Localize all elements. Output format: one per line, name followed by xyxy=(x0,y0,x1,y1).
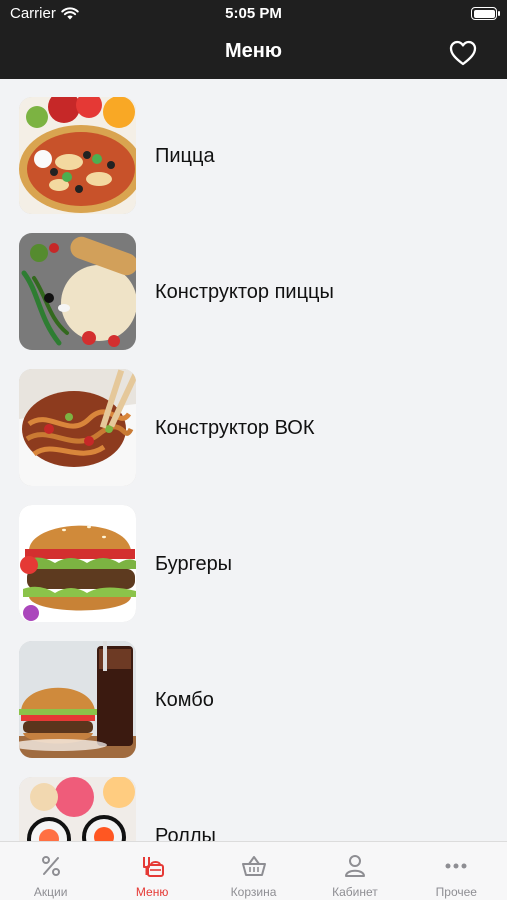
battery-icon xyxy=(471,7,500,20)
menu-icon xyxy=(143,857,165,877)
status-time: 5:05 PM xyxy=(225,5,282,22)
tab-label: Акции xyxy=(33,885,68,899)
person-icon xyxy=(344,855,365,877)
combo-image xyxy=(19,641,136,758)
tab-label: Кабинет xyxy=(332,885,378,899)
rolls-image xyxy=(19,777,136,841)
menu-item-rolls[interactable]: Роллы xyxy=(0,759,507,841)
tab-promotions[interactable]: Акции xyxy=(0,842,101,900)
menu-item-label: Бургеры xyxy=(155,553,233,575)
page-title: Меню xyxy=(225,40,282,62)
menu-item-pizza-constructor[interactable]: Конструктор пиццы xyxy=(0,215,507,351)
menu-item-label: Роллы xyxy=(155,825,216,841)
menu-item-combo[interactable]: Комбо xyxy=(0,623,507,759)
status-bar: Carrier 5:05 PM xyxy=(0,0,507,28)
tab-label: Прочее xyxy=(435,885,477,899)
menu-item-label: Пицца xyxy=(155,145,215,167)
tab-bar: Акции Меню Корзина Кабинет Прочее xyxy=(0,841,507,900)
menu-list: Пицца Конструктор пиццы Конструктор ВОК … xyxy=(0,79,507,841)
menu-item-pizza[interactable]: Пицца xyxy=(0,79,507,215)
tab-label: Корзина xyxy=(230,885,277,899)
navigation-header: Carrier 5:05 PM Меню xyxy=(0,0,507,79)
wok-noodles-image xyxy=(19,369,136,486)
tab-label: Меню xyxy=(135,885,169,899)
burger-image xyxy=(19,505,136,622)
tab-account[interactable]: Кабинет xyxy=(304,842,405,900)
menu-item-label: Конструктор пиццы xyxy=(155,281,334,303)
percent-icon xyxy=(41,856,60,876)
tab-more[interactable]: Прочее xyxy=(406,842,507,900)
menu-item-label: Комбо xyxy=(155,689,214,711)
basket-icon xyxy=(241,856,266,876)
menu-item-burgers[interactable]: Бургеры xyxy=(0,487,507,623)
more-icon xyxy=(445,863,467,869)
pizza-image xyxy=(19,97,136,214)
heart-icon[interactable] xyxy=(449,40,477,66)
menu-item-wok-constructor[interactable]: Конструктор ВОК xyxy=(0,351,507,487)
menu-item-label: Конструктор ВОК xyxy=(155,417,315,439)
pizza-ingredients-image xyxy=(19,233,136,350)
tab-menu[interactable]: Меню xyxy=(101,842,202,900)
tab-cart[interactable]: Корзина xyxy=(203,842,304,900)
